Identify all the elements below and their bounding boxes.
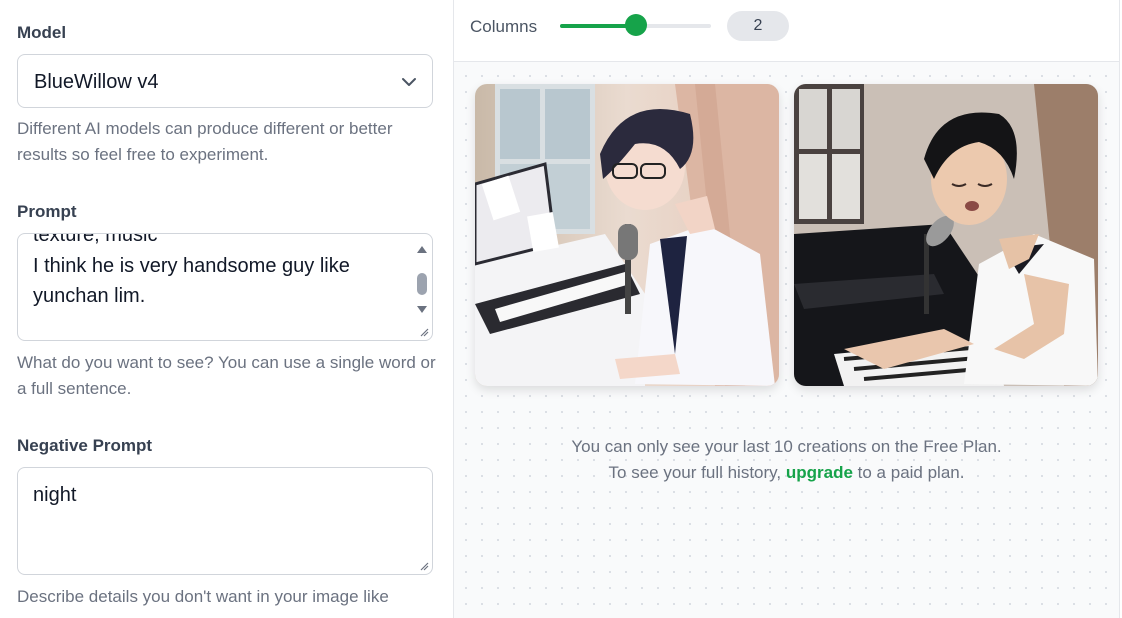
prompt-label: Prompt <box>17 202 77 221</box>
notice-post-text: to a paid plan. <box>857 463 965 482</box>
resize-handle-icon[interactable] <box>419 561 429 571</box>
model-label: Model <box>17 23 67 42</box>
prompt-clipped-line: texture, music <box>33 233 158 246</box>
upgrade-link[interactable]: upgrade <box>786 463 853 482</box>
notice-line-2: To see your full history, upgrade to a p… <box>454 460 1119 486</box>
notice-line-1: You can only see your last 10 creations … <box>571 437 1002 456</box>
free-plan-notice: You can only see your last 10 creations … <box>454 434 1119 486</box>
columns-value-badge: 2 <box>727 11 789 41</box>
settings-panel: Model BlueWillow v4 Different AI models … <box>0 0 453 618</box>
columns-slider-thumb[interactable] <box>624 14 647 36</box>
negative-prompt-text: night <box>33 484 77 506</box>
resize-handle-icon[interactable] <box>419 327 429 337</box>
prompt-textarea[interactable]: texture, music I think he is very handso… <box>17 233 433 341</box>
realistic-pianist-image[interactable] <box>794 84 1098 386</box>
negative-prompt-textarea[interactable]: night <box>17 467 433 575</box>
gallery-toolbar: Columns 2 <box>454 0 1119 62</box>
scroll-down-icon <box>417 306 427 313</box>
prompt-help-text: What do you want to see? You can use a s… <box>17 353 436 398</box>
model-select-value: BlueWillow v4 <box>34 71 159 93</box>
negative-prompt-help-text: Describe details you don't want in your … <box>17 587 389 606</box>
notice-pre-text: To see your full history, <box>608 463 782 482</box>
negative-prompt-label: Negative Prompt <box>17 436 153 455</box>
prompt-scrollbar[interactable] <box>414 238 430 334</box>
scroll-up-icon <box>417 246 427 253</box>
columns-label: Columns <box>470 17 538 36</box>
model-select[interactable]: BlueWillow v4 <box>17 54 433 108</box>
prompt-text: I think he is very handsome guy like yun… <box>33 255 350 307</box>
chevron-down-icon <box>402 78 416 86</box>
anime-pianist-image[interactable] <box>475 84 779 386</box>
scroll-thumb <box>417 273 427 295</box>
model-help-text: Different AI models can produce differen… <box>17 119 393 164</box>
